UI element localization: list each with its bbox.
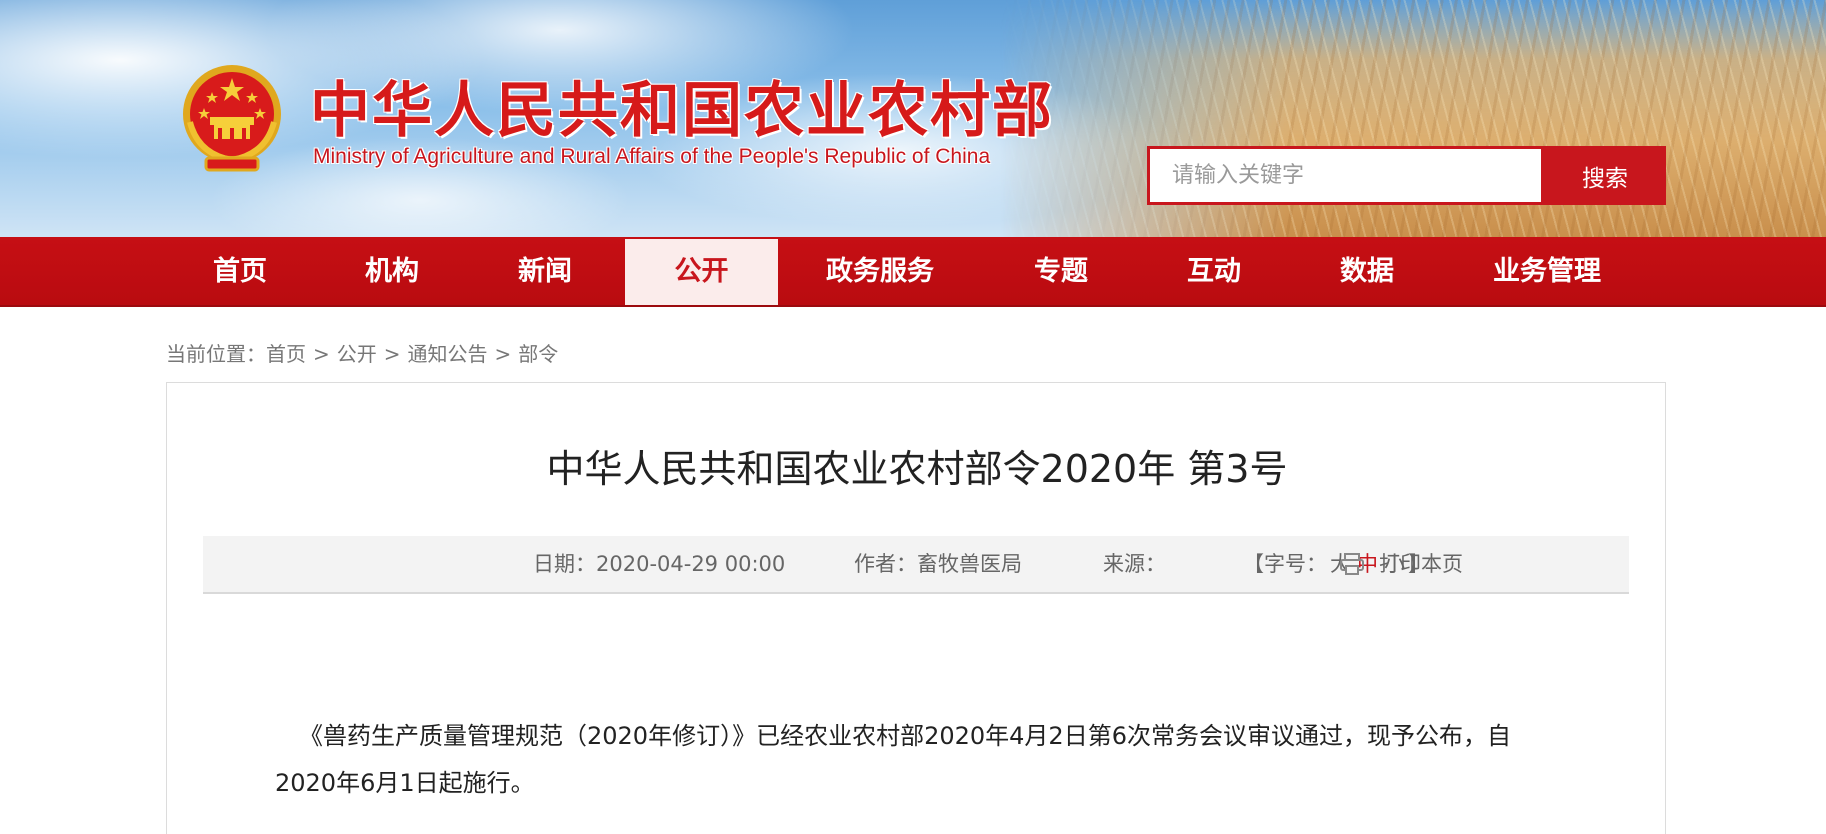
breadcrumb-separator: > [383, 342, 401, 366]
breadcrumb-separator: > [313, 342, 330, 366]
nav-item-interaction[interactable]: 互动 [1154, 239, 1274, 305]
meta-author-label: 作者： [854, 552, 917, 576]
nav-item-public[interactable]: 公开 [625, 239, 778, 305]
nav-item-government-services[interactable]: 政务服务 [810, 239, 950, 305]
print-page-button[interactable]: 打印本页 [1339, 536, 1479, 592]
nav-item-business-management[interactable]: 业务管理 [1477, 239, 1617, 305]
breadcrumb-separator: > [494, 342, 512, 366]
search-input[interactable] [1147, 146, 1544, 205]
article-title: 中华人民共和国农业农村部令2020年 第3号 [546, 447, 1288, 491]
article-container: 中华人民共和国农业农村部令2020年 第3号 日期：2020-04-29 00:… [166, 382, 1666, 834]
meta-source-label: 来源： [1103, 552, 1166, 576]
search-button[interactable]: 搜索 [1544, 146, 1666, 205]
breadcrumb: 当前位置：首页 > 公开 > 通知公告 > 部令 [166, 338, 558, 367]
breadcrumb-link-home[interactable]: 首页 [266, 342, 306, 366]
nav-item-topics[interactable]: 专题 [1001, 239, 1121, 305]
meta-author: 作者：畜牧兽医局 [854, 536, 1022, 592]
article-meta-bar: 日期：2020-04-29 00:00 作者：畜牧兽医局 来源： 【字号：大中小… [203, 536, 1629, 594]
nav-item-data[interactable]: 数据 [1307, 239, 1427, 305]
font-size-label: 【字号： [1243, 552, 1327, 576]
breadcrumb-link-public[interactable]: 公开 [337, 342, 377, 366]
meta-author-value: 畜牧兽医局 [917, 552, 1022, 576]
nav-item-home[interactable]: 首页 [180, 239, 300, 305]
article-paragraph-text: 《兽药生产质量管理规范（2020年修订）》已经农业农村部2020年4月2日第6次… [275, 722, 1511, 797]
print-page-label: 打印本页 [1379, 552, 1463, 576]
site-subtitle-english: Ministry of Agriculture and Rural Affair… [313, 145, 991, 168]
nav-item-news[interactable]: 新闻 [485, 239, 605, 305]
main-nav: 首页 机构 新闻 公开 政务服务 专题 互动 数据 业务管理 [0, 237, 1826, 307]
meta-source: 来源： [1103, 536, 1166, 592]
article-paragraph: 《兽药生产质量管理规范（2020年修订）》已经农业农村部2020年4月2日第6次… [275, 713, 1565, 807]
national-emblem-icon [183, 65, 281, 172]
meta-date-label: 日期： [533, 552, 596, 576]
meta-date-value: 2020-04-29 00:00 [596, 552, 786, 576]
header-banner: 中华人民共和国农业农村部 Ministry of Agriculture and… [0, 0, 1826, 237]
breadcrumb-prefix: 当前位置： [166, 342, 266, 366]
printer-icon [1340, 553, 1364, 575]
site-title: 中华人民共和国农业农村部 [310, 76, 1054, 146]
meta-date: 日期：2020-04-29 00:00 [533, 536, 785, 592]
breadcrumb-link-notices[interactable]: 通知公告 [408, 342, 488, 366]
breadcrumb-link-decrees[interactable]: 部令 [518, 342, 558, 366]
nav-item-organization[interactable]: 机构 [332, 239, 452, 305]
